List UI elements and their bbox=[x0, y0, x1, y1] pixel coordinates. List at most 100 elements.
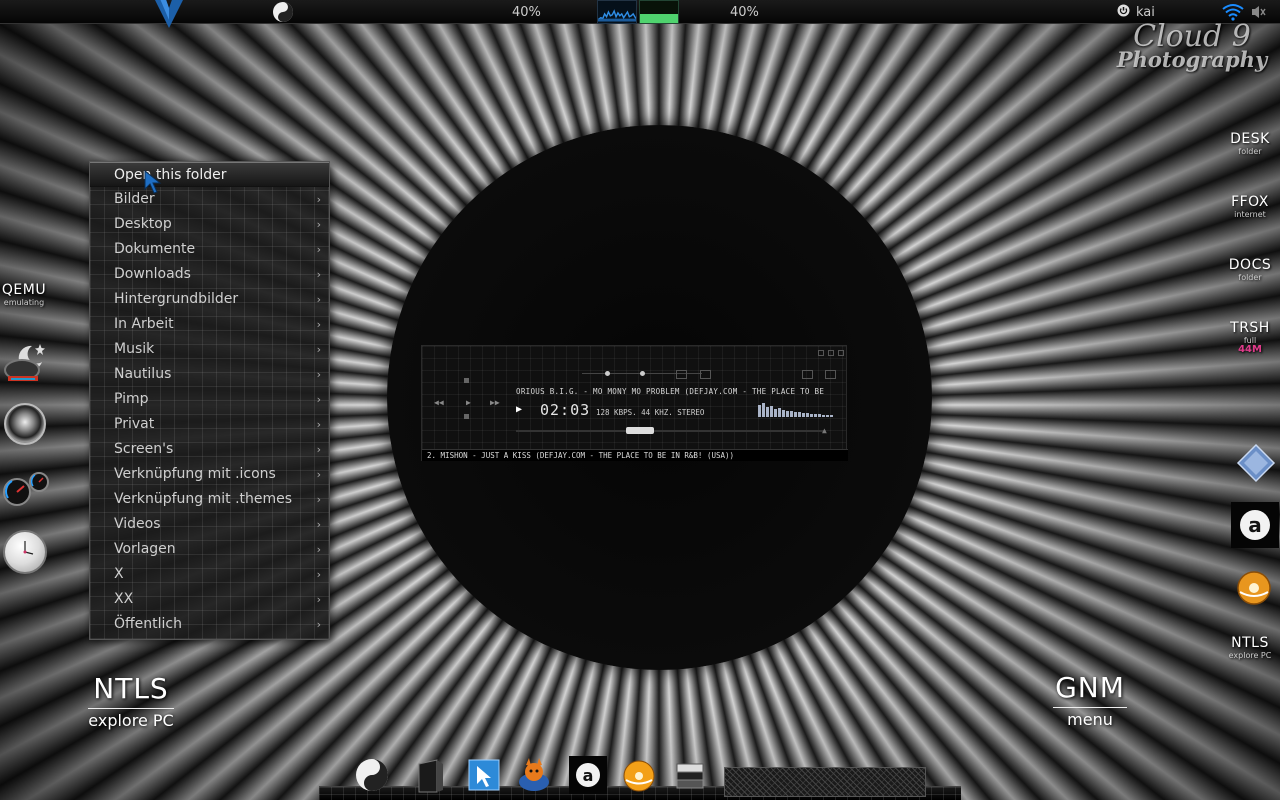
media-player-window: ◀◀ ▶ ▶▶ ORIOUS B.I.G. - MO MONY MO PROBL… bbox=[421, 345, 848, 461]
folder-menu-item[interactable]: In Arbeit › bbox=[90, 312, 329, 337]
ffox-launcher[interactable]: FFOX internet bbox=[1224, 194, 1276, 219]
gnm-divider bbox=[1053, 707, 1127, 708]
amazon-icon[interactable]: a bbox=[1231, 502, 1279, 548]
ntls-right-title: NTLS bbox=[1231, 635, 1269, 651]
top-panel: 40% 40% kai bbox=[0, 0, 1280, 28]
svg-text:a: a bbox=[583, 766, 594, 785]
folder-menu-item[interactable]: Privat › bbox=[90, 412, 329, 437]
ffox-title: FFOX bbox=[1231, 194, 1269, 210]
cd-icon[interactable] bbox=[620, 756, 658, 794]
dock-system-tray[interactable] bbox=[724, 767, 926, 797]
seek-bar[interactable] bbox=[516, 430, 826, 432]
folder-menu-item[interactable]: Verknüpfung mit .themes › bbox=[90, 487, 329, 512]
docs-launcher[interactable]: DOCS folder bbox=[1224, 257, 1276, 282]
amazon-icon[interactable]: a bbox=[569, 756, 607, 794]
gnm-big-launcher[interactable]: GNM menu bbox=[1049, 673, 1131, 729]
main-menu-logo-icon[interactable] bbox=[150, 0, 188, 28]
weather-night-icon[interactable] bbox=[2, 340, 48, 386]
folder-menu-item[interactable]: Vorlagen › bbox=[90, 537, 329, 562]
folder-menu-item-label: X bbox=[114, 566, 124, 582]
folder-menu-item[interactable]: Downloads › bbox=[90, 262, 329, 287]
folder-menu-item-label: Nautilus bbox=[114, 366, 172, 382]
qemu-launcher[interactable]: QEMU emulating bbox=[0, 282, 48, 307]
desk-launcher[interactable]: DESK folder bbox=[1224, 131, 1276, 156]
folder-menu-item[interactable]: Hintergrundbilder › bbox=[90, 287, 329, 312]
mouse-cursor-icon bbox=[143, 169, 167, 195]
system-gauges-widget[interactable] bbox=[2, 468, 50, 508]
folder-menu-item[interactable]: Nautilus › bbox=[90, 362, 329, 387]
folder-menu-item[interactable]: Bilder › bbox=[90, 187, 329, 212]
folder-menu-item[interactable]: Desktop › bbox=[90, 212, 329, 237]
playlist-entry[interactable]: 2. MISHON - JUST A KISS (DEFJAY.COM - TH… bbox=[422, 449, 848, 461]
folder-menu-item[interactable]: Musik › bbox=[90, 337, 329, 362]
folder-menu-item[interactable]: X › bbox=[90, 562, 329, 587]
photo-watermark: Cloud 9 Photography bbox=[1112, 22, 1272, 72]
ntls-big-subtitle: explore PC bbox=[88, 711, 174, 730]
submenu-arrow-icon: › bbox=[316, 243, 321, 256]
stop-button[interactable] bbox=[464, 378, 469, 383]
swirl-app-icon[interactable] bbox=[271, 0, 295, 24]
cpu-graph[interactable] bbox=[597, 0, 637, 24]
shade-button[interactable] bbox=[828, 350, 834, 356]
folder-menu-item-label: Open this folder bbox=[114, 167, 227, 183]
next-button[interactable]: ▶▶ bbox=[490, 398, 500, 407]
pause-button[interactable] bbox=[464, 414, 469, 419]
previous-button[interactable]: ◀◀ bbox=[434, 398, 444, 407]
cd-burner-icon[interactable] bbox=[1235, 570, 1273, 606]
trash-launcher[interactable]: TRSH full 44M bbox=[1224, 320, 1276, 355]
playlist-toggle[interactable] bbox=[700, 370, 711, 379]
watermark-line2: Photography bbox=[1116, 47, 1268, 72]
folder-menu-item-label: Hintergrundbilder bbox=[114, 291, 239, 307]
close-button[interactable] bbox=[838, 350, 844, 356]
submenu-arrow-icon: › bbox=[316, 468, 321, 481]
submenu-arrow-icon: › bbox=[316, 368, 321, 381]
submenu-arrow-icon: › bbox=[316, 343, 321, 356]
folder-menu-item[interactable]: Öffentlich › bbox=[90, 612, 329, 637]
submenu-arrow-icon: › bbox=[316, 218, 321, 231]
swirl-icon[interactable] bbox=[353, 756, 391, 794]
box-icon[interactable] bbox=[411, 756, 449, 794]
memory-percent: 40% bbox=[730, 4, 759, 20]
disc-player-widget[interactable] bbox=[4, 403, 46, 445]
power-icon bbox=[1117, 4, 1130, 21]
submenu-arrow-icon: › bbox=[316, 293, 321, 306]
folder-menu-item-label: Öffentlich bbox=[114, 616, 182, 632]
shuffle-toggle[interactable] bbox=[802, 370, 813, 379]
folder-menu-item[interactable]: Open this folder bbox=[90, 162, 329, 187]
seek-thumb[interactable] bbox=[626, 427, 654, 434]
volume-icon[interactable] bbox=[1250, 0, 1270, 24]
spectrum-analyzer[interactable] bbox=[758, 401, 834, 417]
ntls-big-launcher[interactable]: NTLS explore PC bbox=[84, 674, 178, 730]
username: kai bbox=[1136, 4, 1155, 20]
repeat-toggle[interactable] bbox=[825, 370, 836, 379]
blue-window-icon[interactable] bbox=[465, 756, 503, 794]
volume-slider-knob[interactable] bbox=[605, 371, 610, 376]
eject-button[interactable]: ▲ bbox=[822, 426, 827, 435]
fox-icon[interactable] bbox=[515, 756, 553, 794]
submenu-arrow-icon: › bbox=[316, 318, 321, 331]
folder-menu-item[interactable]: Dokumente › bbox=[90, 237, 329, 262]
folder-menu-item[interactable]: Verknüpfung mit .icons › bbox=[90, 462, 329, 487]
time-display[interactable]: 02:03 bbox=[540, 401, 590, 419]
submenu-arrow-icon: › bbox=[316, 418, 321, 431]
memory-graph[interactable] bbox=[639, 0, 679, 24]
docs-subtitle: folder bbox=[1238, 273, 1262, 282]
diamond-app-icon[interactable] bbox=[1236, 443, 1276, 483]
gnm-big-subtitle: menu bbox=[1067, 710, 1113, 729]
folder-menu-item[interactable]: Videos › bbox=[90, 512, 329, 537]
folder-menu-item[interactable]: Screen's › bbox=[90, 437, 329, 462]
desk-subtitle: folder bbox=[1238, 147, 1262, 156]
folder-menu-item[interactable]: Pimp › bbox=[90, 387, 329, 412]
memory-fill bbox=[640, 14, 678, 23]
submenu-arrow-icon: › bbox=[316, 493, 321, 506]
folder-menu-item-label: Verknüpfung mit .icons bbox=[114, 466, 276, 482]
ntls-right-subtitle: explore PC bbox=[1228, 651, 1272, 660]
stack-icon[interactable] bbox=[671, 756, 709, 794]
folder-menu-item[interactable]: XX › bbox=[90, 587, 329, 612]
equalizer-toggle[interactable] bbox=[676, 370, 687, 379]
balance-slider-knob[interactable] bbox=[640, 371, 645, 376]
play-button[interactable]: ▶ bbox=[466, 398, 471, 407]
minimize-button[interactable] bbox=[818, 350, 824, 356]
analog-clock-widget[interactable] bbox=[3, 530, 47, 574]
ntls-launcher-right[interactable]: NTLS explore PC bbox=[1224, 635, 1276, 660]
